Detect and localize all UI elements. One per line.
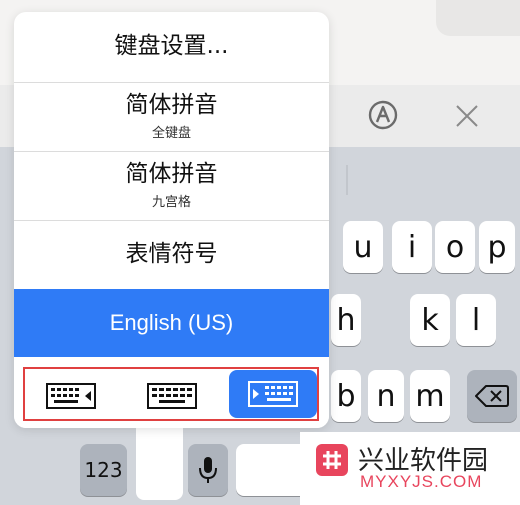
menu-item-label: English (US) [109, 309, 234, 335]
watermark-url: MYXYJS.COM [360, 472, 483, 491]
app-corner-panel [436, 0, 520, 36]
key-k[interactable]: k [410, 294, 450, 346]
key-b[interactable]: b [331, 370, 361, 422]
key-u[interactable]: u [343, 221, 383, 273]
key-m[interactable]: m [410, 370, 450, 422]
markup-pen-icon[interactable] [364, 94, 402, 136]
menu-item-label: 表情符号 [125, 240, 218, 267]
menu-item-pinyin-9key[interactable]: 简体拼音 九宫格 [14, 151, 329, 221]
numbers-key[interactable]: 123 [80, 444, 127, 496]
key-l[interactable]: l [456, 294, 496, 346]
menu-item-sublabel: 全键盘 [151, 125, 191, 141]
close-icon[interactable] [448, 96, 486, 136]
candidate-divider [346, 165, 348, 195]
menu-item-label: 键盘设置... [114, 33, 229, 60]
menu-item-sublabel: 九宫格 [151, 194, 191, 210]
key-h[interactable]: h [331, 294, 361, 346]
input-method-menu: 键盘设置... 简体拼音 全键盘 简体拼音 九宫格 表情符号 English (… [14, 12, 329, 428]
watermark: 兴业软件园 MYXYJS.COM [300, 432, 520, 505]
menu-item-label: 简体拼音 [125, 161, 218, 188]
backspace-icon [475, 385, 509, 407]
key-n[interactable]: n [368, 370, 404, 422]
menu-item-label: 简体拼音 [125, 92, 218, 119]
microphone-icon [199, 457, 217, 483]
menu-item-emoji[interactable]: 表情符号 [14, 220, 329, 290]
menu-item-english-us[interactable]: English (US) [14, 289, 329, 357]
key-i[interactable]: i [392, 221, 432, 273]
menu-item-keyboard-settings[interactable]: 键盘设置... [14, 12, 329, 83]
key-p[interactable]: p [479, 221, 515, 273]
highlight-frame [23, 367, 319, 421]
menu-item-pinyin-qwerty[interactable]: 简体拼音 全键盘 [14, 82, 329, 152]
backspace-key[interactable] [467, 370, 517, 422]
dictation-key[interactable] [188, 444, 228, 496]
watermark-logo-icon [316, 444, 348, 476]
menu-stem [136, 420, 183, 500]
key-o[interactable]: o [435, 221, 475, 273]
